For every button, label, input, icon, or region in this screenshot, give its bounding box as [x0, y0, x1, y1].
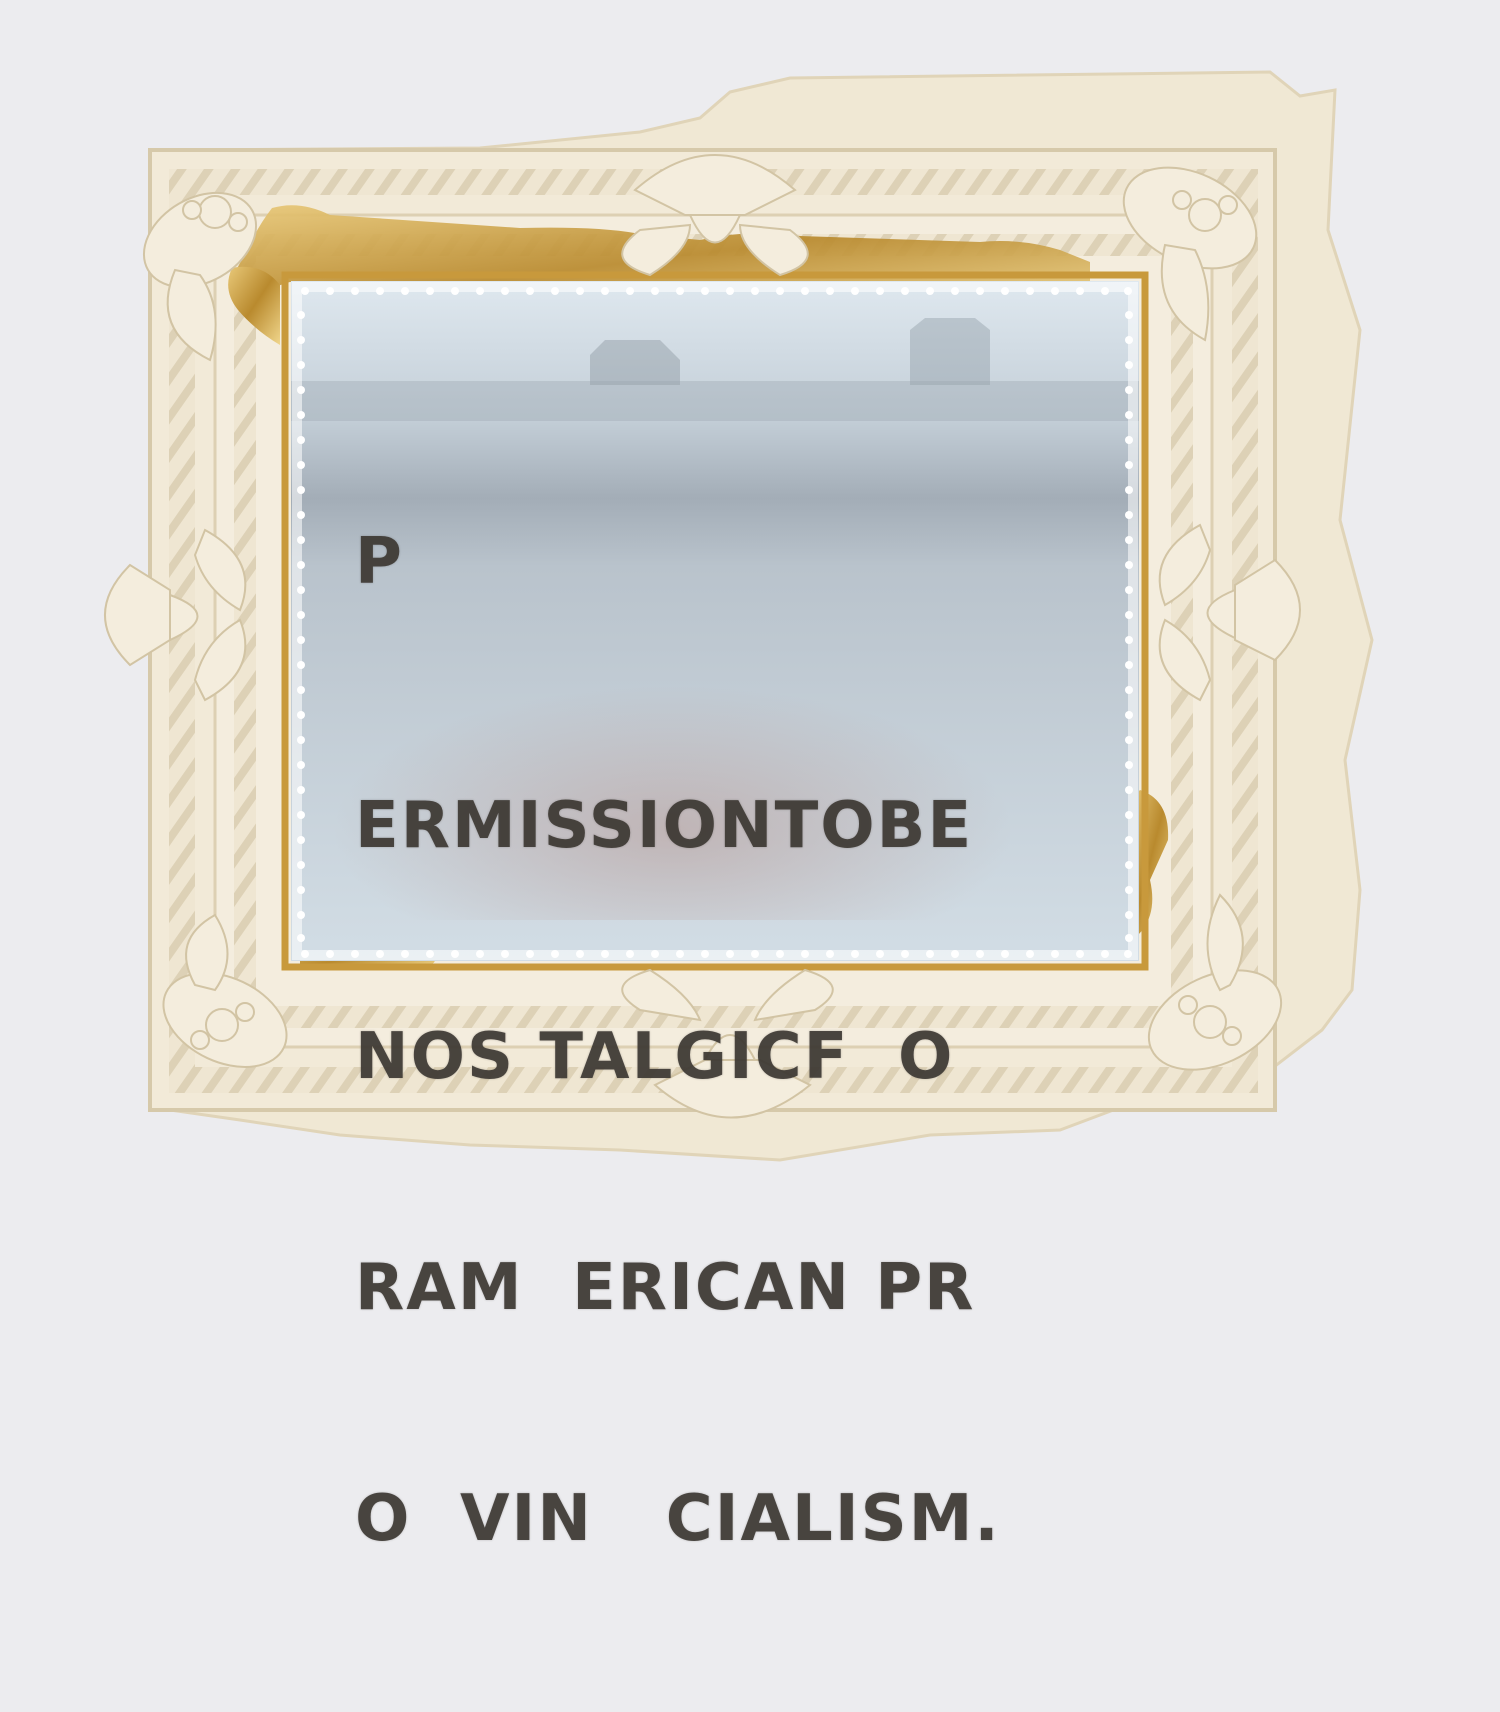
- stenciled-text: P ERMISSIONTOBE NOS TALGICF O RAM ERICAN…: [355, 370, 1115, 1712]
- stencil-line: ERMISSIONTOBE: [355, 789, 974, 863]
- stencil-line: RAM ERICAN PR: [355, 1251, 976, 1325]
- stencil-line: O VIN CIALISM.: [355, 1482, 1001, 1556]
- artwork-scene: P ERMISSIONTOBE NOS TALGICF O RAM ERICAN…: [0, 0, 1500, 1556]
- stencil-line: NOS TALGICF O: [355, 1020, 955, 1094]
- stencil-line: P: [355, 525, 404, 599]
